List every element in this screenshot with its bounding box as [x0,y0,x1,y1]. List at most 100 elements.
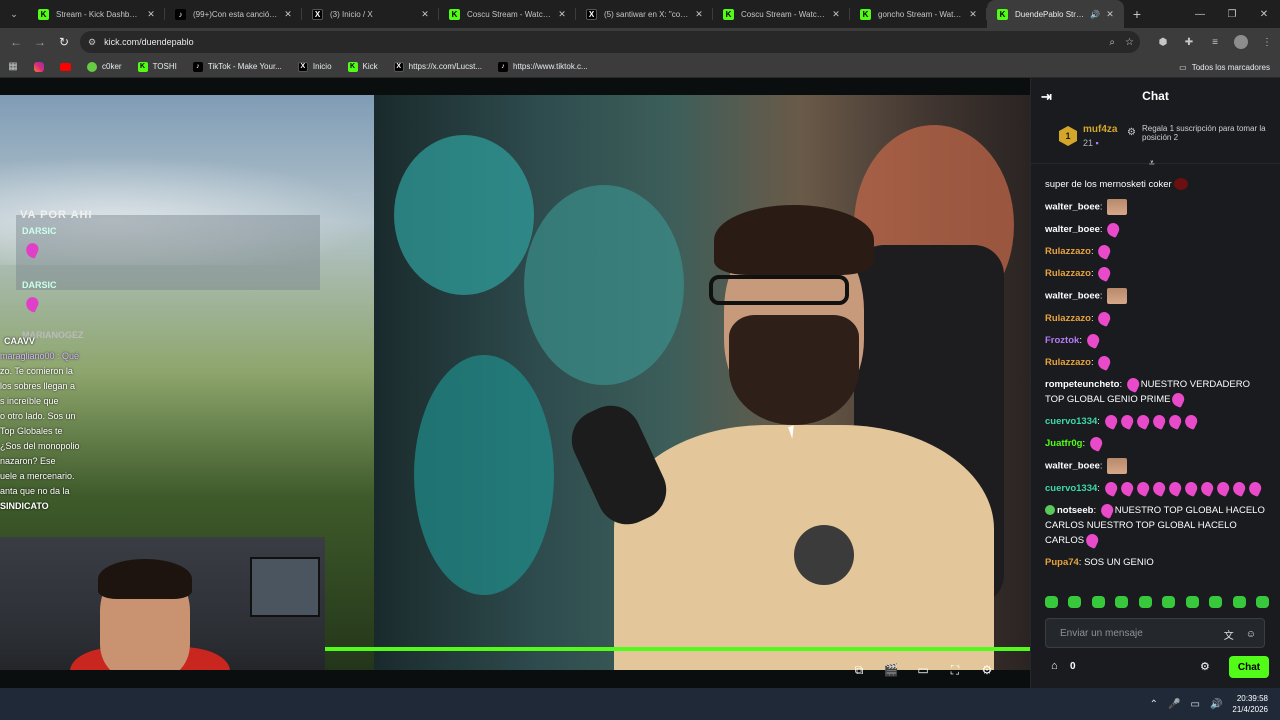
bookmark-star-icon[interactable]: ☆ [1125,37,1134,48]
minimize-icon[interactable]: — [1184,0,1216,28]
tab-close-icon[interactable]: ✕ [967,9,979,20]
quick-emote-icon[interactable] [1185,596,1199,608]
microphone-icon[interactable]: 🎤 [1168,699,1180,710]
browser-tab[interactable]: K Coscu Stream - Watch Liv ✕ [439,0,576,28]
bookmark-item[interactable] [26,56,52,78]
clock[interactable]: 20:39:58 21/4/2026 [1232,693,1268,715]
pink-emote-icon[interactable] [1118,480,1135,497]
tab-close-icon[interactable]: ✕ [693,9,705,20]
quick-emote-icon[interactable] [1091,596,1105,608]
pink-emote-icon[interactable] [1246,480,1263,497]
tab-close-icon[interactable]: ✕ [1104,9,1116,20]
pink-emote-icon[interactable] [1098,502,1115,519]
chevron-up-icon[interactable]: ⌃ [1150,699,1158,710]
browser-tab[interactable]: X (5) santiwar en X: "coscu e ✕ [576,0,713,28]
pink-emote-icon[interactable] [1198,480,1215,497]
live-progress-bar[interactable] [325,647,1030,651]
tab-audio-icon[interactable]: 🔊 [1090,10,1100,19]
tab-close-icon[interactable]: ✕ [830,9,842,20]
quick-emote-icon[interactable] [1255,596,1269,608]
bookmark-item[interactable]: X Inicio [290,56,340,78]
browser-tab[interactable]: Kgoncho Stream - Watch L ✕ [850,0,987,28]
pink-emote-icon[interactable] [1182,413,1199,430]
pink-emote-icon[interactable] [1084,332,1101,349]
restore-icon[interactable]: ❐ [1216,0,1248,28]
pink-emote-icon[interactable] [1150,480,1167,497]
pink-emote-icon[interactable] [1096,265,1113,282]
fullscreen-icon[interactable]: ⛶ [946,662,964,678]
pink-emote-icon[interactable] [1102,413,1119,430]
chat-username[interactable]: Rulazzazo [1045,246,1091,257]
translate-icon[interactable]: 文 [1224,627,1234,642]
send-chat-button[interactable]: Chat [1229,656,1269,678]
collapse-chat-icon[interactable]: ⇥ [1041,89,1052,105]
tab-search-icon[interactable]: ⌄ [0,0,28,28]
quick-emote-icon[interactable] [1115,596,1129,608]
clip-icon[interactable]: 🎬 [882,662,900,678]
reload-icon[interactable]: ↻ [52,30,76,54]
browser-tab[interactable]: ♪ (99+)Con esta canción m ✕ [165,0,302,28]
gift-leaderboard[interactable]: 1 muf4za 21 ▪ ⚙ Regala 1 suscripción par… [1031,114,1280,169]
profile-avatar[interactable] [1234,35,1248,49]
theater-mode-icon[interactable]: ▭ [914,662,932,678]
browser-tab[interactable]: X (3) Inicio / X ✕ [302,0,439,28]
reading-list-icon[interactable]: ≡ [1202,28,1228,56]
pink-emote-icon[interactable] [1230,480,1247,497]
chat-username[interactable]: cuervo1334 [1045,416,1097,427]
chat-username[interactable]: Rulazzazo [1045,357,1091,368]
extensions-puzzle-icon[interactable]: ✚ [1176,28,1202,56]
pink-emote-icon[interactable] [1166,480,1183,497]
settings-gear-icon[interactable]: ⚙ [978,662,996,678]
display-icon[interactable]: ▭ [1191,699,1200,710]
forward-icon[interactable]: → [28,30,52,54]
chat-username[interactable]: notseeb [1057,505,1093,516]
pink-emote-icon[interactable] [1083,532,1101,549]
chat-filter-icon[interactable]: ⩡ [1149,158,1155,169]
bookmark-item[interactable]: K Kick [340,56,386,78]
pink-emote-icon[interactable] [1150,413,1167,430]
face-emote-icon[interactable] [1107,199,1128,215]
quick-emote-icon[interactable] [1045,596,1058,608]
bookmark-item[interactable]: ♪ TikTok - Make Your... [185,56,290,78]
quick-emote-icon[interactable] [1068,596,1082,608]
red-emote-icon[interactable] [1173,178,1188,191]
pink-emote-icon[interactable] [1182,480,1199,497]
pink-emote-icon[interactable] [1134,480,1151,497]
chat-username[interactable]: Rulazzazo [1045,268,1091,279]
pink-emote-icon[interactable] [1096,243,1113,260]
emoji-icon[interactable]: ☺ [1246,629,1256,640]
chat-username[interactable]: rompeteuncheto [1045,379,1119,390]
pink-emote-icon[interactable] [1105,221,1122,238]
chat-settings-icon[interactable]: ⚙ [1200,660,1210,673]
quick-emote-icon[interactable] [1138,596,1152,608]
pink-emote-icon[interactable] [1102,480,1119,497]
browser-tab[interactable]: K Coscu Stream - Watch Liv ✕ [713,0,850,28]
chat-username[interactable]: walter_boee [1045,461,1100,472]
tab-close-icon[interactable]: ✕ [419,9,431,20]
browser-tab[interactable]: K DuendePablo Stream 🔊 ✕ [987,0,1124,28]
pink-emote-icon[interactable] [1087,435,1104,452]
site-info-icon[interactable]: ⚙ [88,37,96,48]
menu-kebab-icon[interactable]: ⋮ [1254,28,1280,56]
quick-emote-icon[interactable] [1209,596,1223,608]
pink-emote-icon[interactable] [1124,376,1141,393]
pink-emote-icon[interactable] [1134,413,1151,430]
address-bar[interactable]: ⚙ kick.com/duendepablo ⌕ ☆ [80,31,1140,53]
chat-input[interactable]: Enviar un mensaje 文 ☺ [1045,618,1265,648]
picture-in-picture-icon[interactable]: ⧉ [850,662,868,678]
new-tab-button[interactable]: + [1124,6,1150,22]
chat-username[interactable]: Froztok [1045,335,1079,346]
pink-emote-icon[interactable] [1170,391,1187,408]
extension-icon[interactable]: ⬢ [1150,28,1176,56]
tab-close-icon[interactable]: ✕ [145,9,157,20]
volume-icon[interactable]: 🔊 [1210,699,1222,710]
chat-username[interactable]: walter_boee [1045,202,1100,213]
pink-emote-icon[interactable] [1118,413,1135,430]
chat-username[interactable]: Juatfr0g [1045,438,1082,449]
bookmark-item[interactable]: Xhttps://x.com/Lucst... [386,56,490,78]
chat-username[interactable]: walter_boee [1045,291,1100,302]
chat-username[interactable]: Pupa74 [1045,557,1079,568]
face-emote-icon[interactable] [1107,458,1128,474]
tab-close-icon[interactable]: ✕ [556,9,568,20]
back-icon[interactable]: ← [4,30,28,54]
